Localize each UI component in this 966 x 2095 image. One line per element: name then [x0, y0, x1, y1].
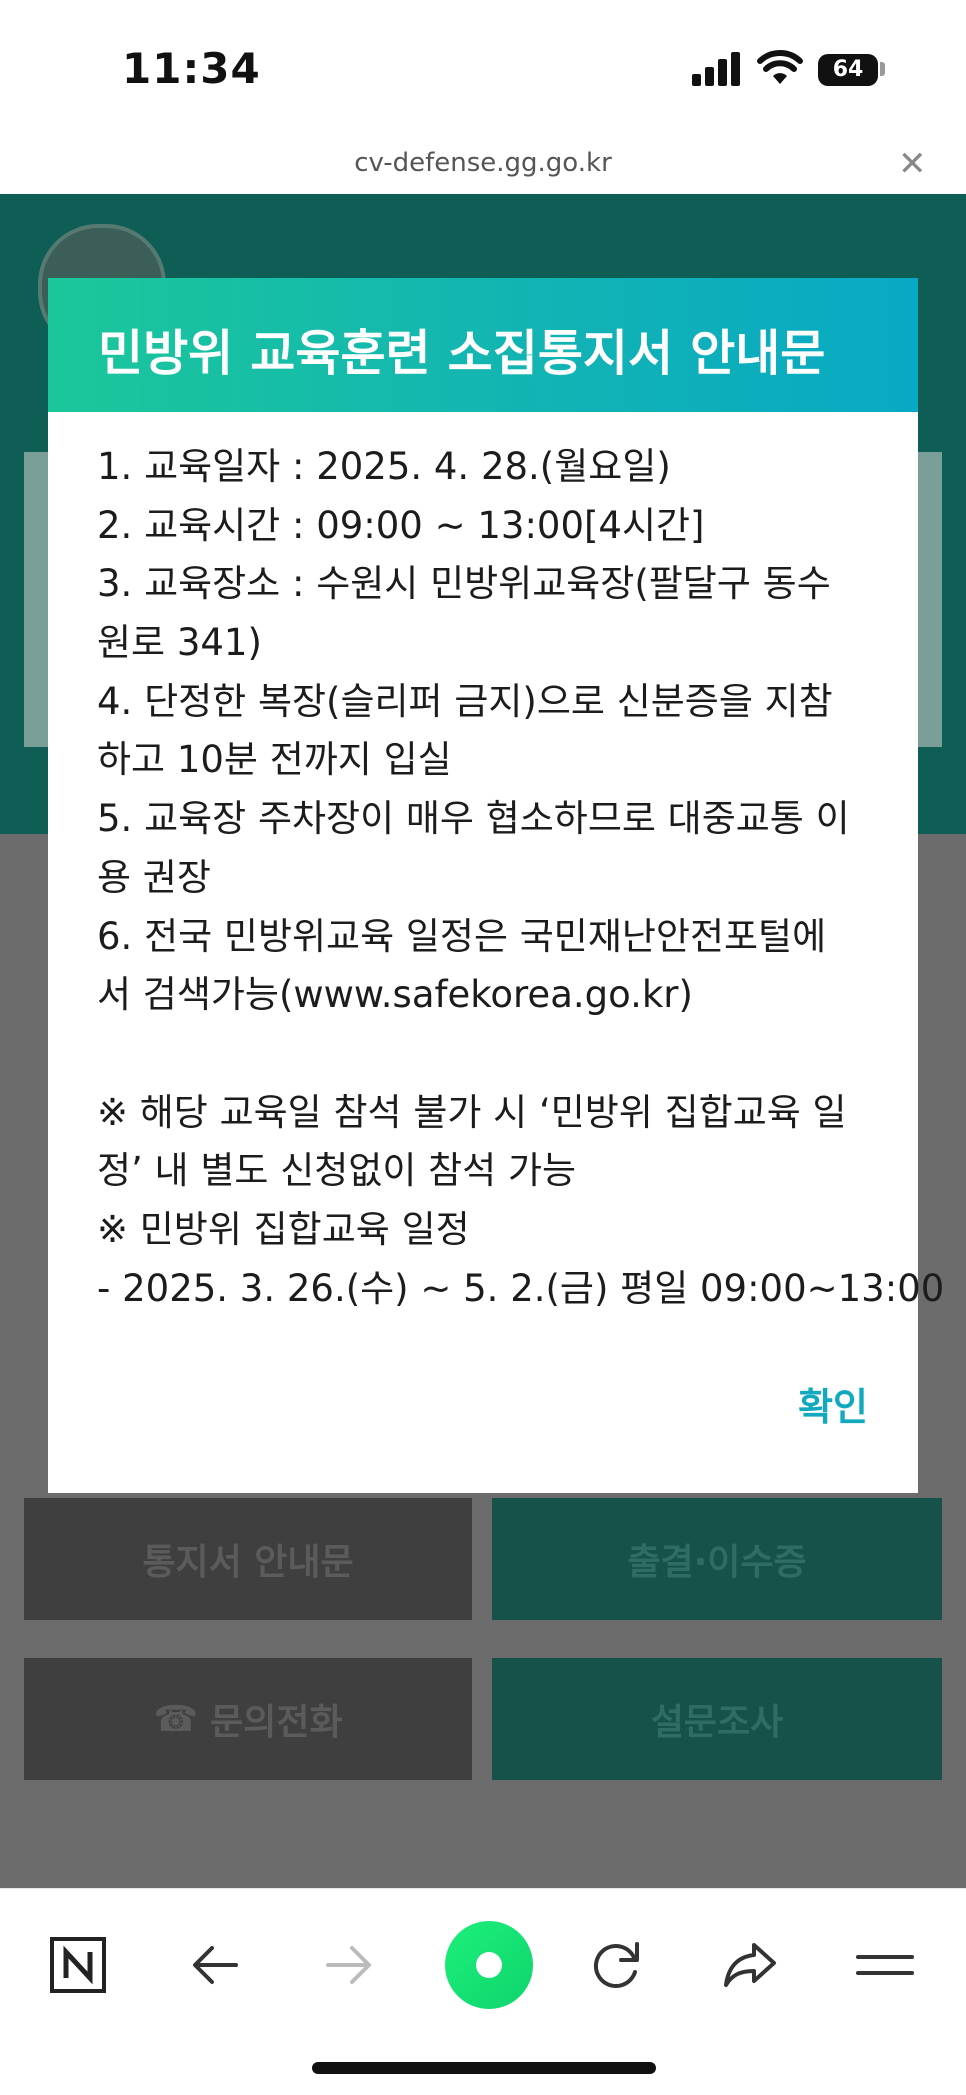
home-indicator[interactable] — [312, 2062, 656, 2074]
notice-line: ※ 해당 교육일 참석 불가 시 ‘민방위 집합교육 일 — [97, 1090, 847, 1134]
status-time: 11:34 — [122, 44, 261, 93]
inquiry-phone-button[interactable]: ☎ 문의전화 — [24, 1658, 472, 1780]
notice-line: 하고 10분 전까지 입실 — [97, 738, 452, 782]
status-bar: 11:34 64 cv-defense.gg.go.kr ✕ — [0, 0, 966, 184]
wifi-icon — [757, 50, 803, 84]
close-icon[interactable]: ✕ — [898, 144, 927, 184]
notice-line: 6. 전국 민방위교육 일정은 국민재난안전포털에 — [97, 914, 827, 958]
notice-line: 용 권장 — [97, 855, 211, 899]
notice-line: 1. 교육일자 : 2025. 4. 28.(월요일) — [97, 445, 671, 488]
attendance-certificate-button[interactable]: 출결·이수증 — [492, 1498, 942, 1620]
notice-line: 서 검색가능(www.safekorea.go.kr) — [97, 973, 693, 1017]
notice-guide-button[interactable]: 통지서 안내문 — [24, 1498, 472, 1620]
confirm-button[interactable]: 확인 — [798, 1376, 868, 1431]
address-bar-url[interactable]: cv-defense.gg.go.kr — [0, 148, 966, 178]
modal-body: 1. 교육일자 : 2025. 4. 28.(월요일) 2. 교육시간 : 09… — [97, 438, 945, 1318]
share-icon[interactable] — [710, 1925, 790, 2005]
battery-icon: 64 — [818, 54, 878, 86]
green-dot-icon[interactable] — [443, 1919, 535, 2011]
inquiry-phone-label: 문의전화 — [210, 1702, 343, 1743]
modal-header: 민방위 교육훈련 소집통지서 안내문 — [48, 278, 918, 412]
notice-line: 4. 단정한 복장(슬리퍼 금지)으로 신분증을 지참 — [97, 679, 833, 723]
notice-line: ※ 민방위 집합교육 일정 — [97, 1207, 470, 1251]
cellular-signal-icon — [692, 50, 742, 86]
refresh-icon[interactable] — [576, 1925, 656, 2005]
notice-line: 5. 교육장 주차장이 매우 협소하므로 대중교통 이 — [97, 797, 850, 841]
notice-line: - 2025. 3. 26.(수) ~ 5. 2.(금) 평일 09:00~13… — [97, 1266, 945, 1310]
notice-guide-label: 통지서 안내문 — [142, 1542, 354, 1583]
notice-line: 원로 341) — [97, 621, 262, 665]
survey-button[interactable]: 설문조사 — [492, 1658, 942, 1780]
notice-line: 정’ 내 별도 신청없이 참석 가능 — [97, 1149, 577, 1193]
notice-modal: 민방위 교육훈련 소집통지서 안내문 1. 교육일자 : 2025. 4. 28… — [48, 278, 945, 1493]
forward-icon[interactable] — [309, 1925, 389, 2005]
notice-line: 2. 교육시간 : 09:00 ~ 13:00[4시간] — [97, 503, 705, 547]
attendance-certificate-label: 출결·이수증 — [627, 1542, 807, 1583]
back-icon[interactable] — [175, 1925, 255, 2005]
menu-icon[interactable] — [845, 1925, 925, 2005]
modal-title: 민방위 교육훈련 소집통지서 안내문 — [98, 325, 826, 382]
phone-icon: ☎ — [153, 1698, 199, 1740]
notice-line — [97, 1025, 897, 1084]
survey-label: 설문조사 — [650, 1702, 784, 1743]
notice-line: 3. 교육장소 : 수원시 민방위교육장(팔달구 동수 — [97, 562, 831, 606]
battery-nub — [880, 62, 885, 76]
naver-icon[interactable] — [38, 1925, 118, 2005]
